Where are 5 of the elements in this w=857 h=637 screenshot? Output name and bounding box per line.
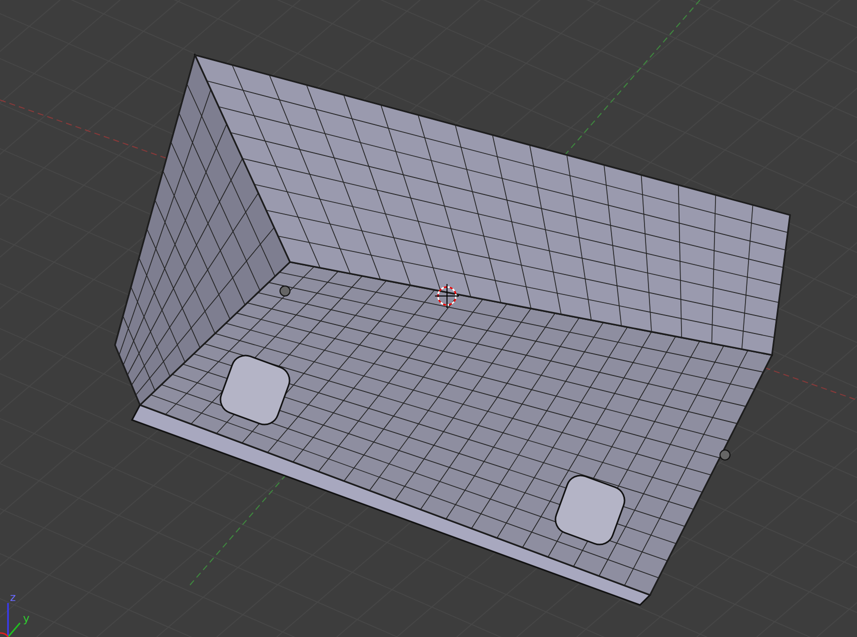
z-axis-label: z <box>10 591 16 604</box>
3d-viewport[interactable]: z y <box>0 0 857 637</box>
3d-cursor-icon[interactable] <box>434 284 460 308</box>
y-axis-label: y <box>23 612 30 625</box>
axis-gizmo-icon <box>0 603 21 637</box>
